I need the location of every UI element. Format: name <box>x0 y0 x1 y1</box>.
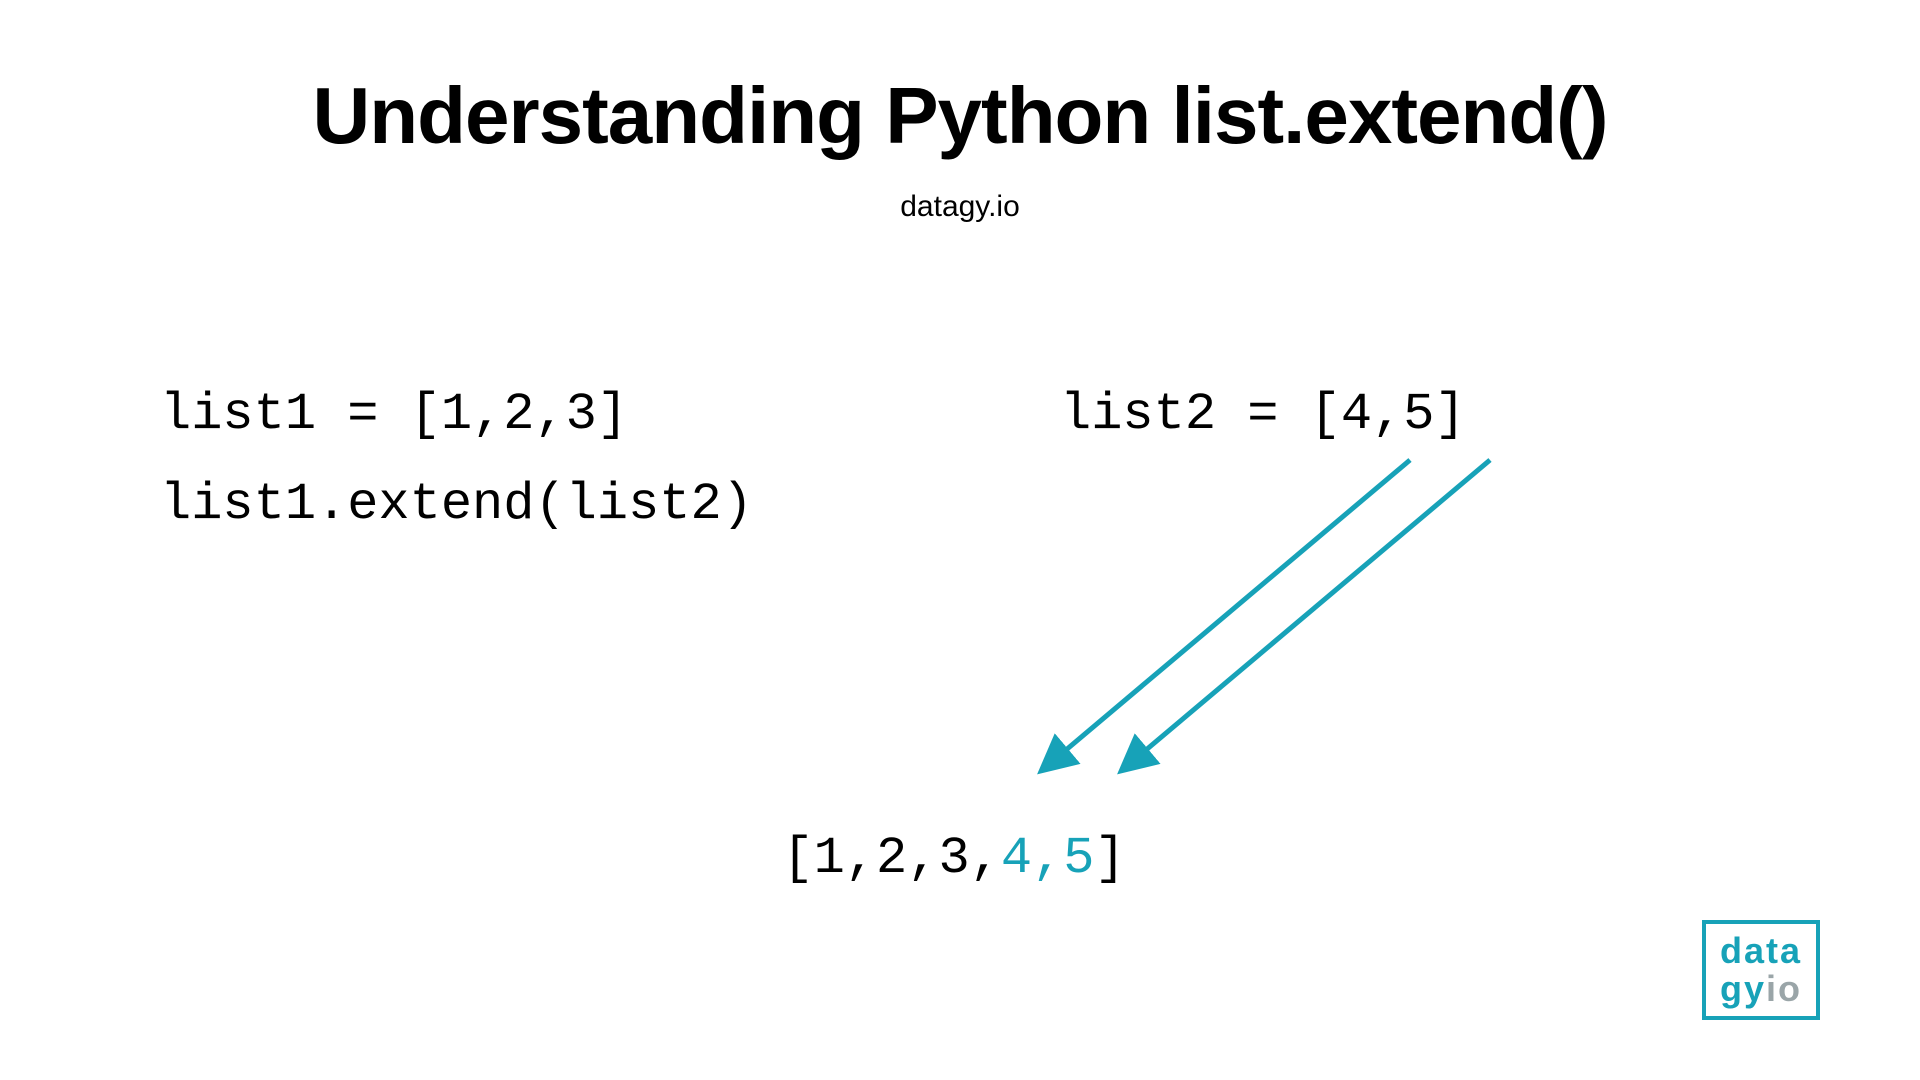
page-subtitle: datagy.io <box>0 190 1920 224</box>
arrow-5-to-result <box>1140 460 1490 755</box>
result-prefix: [1,2,3, <box>782 829 1000 888</box>
logo-row1: data <box>1720 932 1802 970</box>
result-list: [1,2,3,4,5] <box>720 770 1126 888</box>
datagy-logo: data gyio <box>1702 920 1820 1020</box>
result-suffix: ] <box>1094 829 1125 888</box>
code-list1-definition: list1 = [1,2,3] <box>160 385 628 444</box>
arrow-4-to-result <box>1060 460 1410 755</box>
logo-row2: gyio <box>1720 970 1802 1008</box>
arrows-svg <box>0 0 1920 1080</box>
code-list2-definition: list2 = [4,5] <box>1060 385 1466 444</box>
page-title: Understanding Python list.extend() <box>0 70 1920 162</box>
result-highlight: 4,5 <box>1001 829 1095 888</box>
code-extend-call: list1.extend(list2) <box>160 475 753 534</box>
